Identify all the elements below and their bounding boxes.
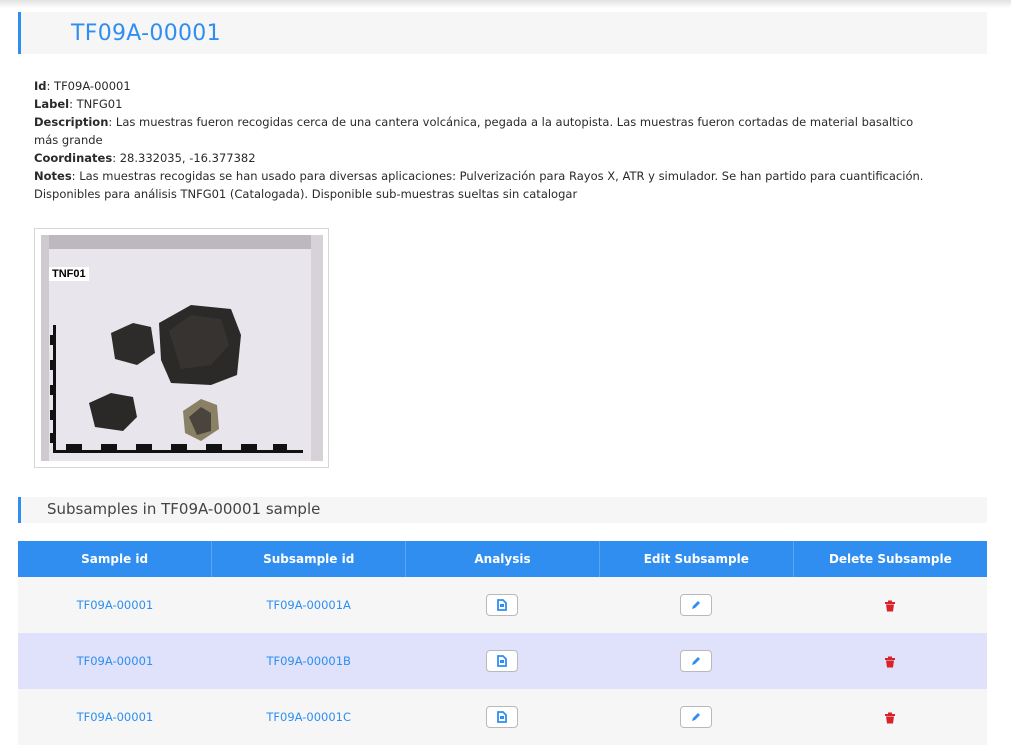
detail-description-label: Description bbox=[34, 115, 109, 129]
analysis-button[interactable] bbox=[486, 594, 519, 616]
subsamples-section-header: Subsamples in TF09A-00001 sample bbox=[18, 497, 987, 523]
subsamples-table: Sample id Subsample id Analysis Edit Sub… bbox=[18, 541, 987, 745]
detail-notes-label: Notes bbox=[34, 169, 72, 183]
edit-subsample-button[interactable] bbox=[680, 594, 713, 616]
analysis-button[interactable] bbox=[486, 650, 519, 672]
detail-notes: Notes: Las muestras recogidas se han usa… bbox=[34, 167, 934, 203]
subsample-id-link[interactable]: TF09A-00001A bbox=[211, 577, 406, 633]
pencil-icon bbox=[692, 657, 701, 665]
document-icon bbox=[497, 655, 508, 667]
detail-label: Label: TNFG01 bbox=[34, 95, 934, 113]
analysis-cell bbox=[405, 577, 600, 633]
edit-cell bbox=[599, 633, 794, 689]
detail-id-label: Id bbox=[34, 79, 47, 93]
column-header-subsample-id: Subsample id bbox=[211, 541, 407, 577]
edit-cell bbox=[599, 577, 794, 633]
sample-id-link[interactable]: TF09A-00001 bbox=[18, 689, 212, 745]
detail-description: Description: Las muestras fueron recogid… bbox=[34, 113, 934, 149]
subsamples-section-title: Subsamples in TF09A-00001 sample bbox=[47, 500, 321, 518]
sample-id-link[interactable]: TF09A-00001 bbox=[18, 577, 212, 633]
document-icon bbox=[497, 599, 508, 611]
delete-cell bbox=[793, 577, 987, 633]
detail-coordinates-label: Coordinates bbox=[34, 151, 113, 165]
subsample-id-link[interactable]: TF09A-00001C bbox=[211, 689, 406, 745]
pencil-icon bbox=[692, 601, 701, 609]
sample-details: Id: TF09A-00001 Label: TNFG01 Descriptio… bbox=[34, 77, 934, 203]
table-row: TF09A-00001 TF09A-00001A bbox=[18, 577, 987, 633]
page-title: TF09A-00001 bbox=[71, 21, 221, 46]
sample-photo: TNF01 bbox=[41, 235, 323, 461]
detail-coordinates: Coordinates: 28.332035, -16.377382 bbox=[34, 149, 934, 167]
page-title-bar: TF09A-00001 bbox=[18, 12, 987, 54]
trash-icon[interactable] bbox=[884, 656, 896, 668]
column-header-sample-id: Sample id bbox=[18, 541, 213, 577]
subsample-id-link[interactable]: TF09A-00001B bbox=[211, 633, 406, 689]
top-shadow bbox=[0, 0, 1011, 8]
photo-label: TNF01 bbox=[49, 267, 89, 281]
detail-notes-value: : Las muestras recogidas se han usado pa… bbox=[34, 169, 924, 201]
pencil-icon bbox=[692, 713, 701, 721]
column-header-analysis: Analysis bbox=[405, 541, 600, 577]
trash-icon[interactable] bbox=[884, 712, 896, 724]
delete-cell bbox=[793, 633, 987, 689]
analysis-button[interactable] bbox=[486, 706, 519, 728]
edit-subsample-button[interactable] bbox=[680, 706, 713, 728]
column-header-delete-subsample: Delete Subsample bbox=[793, 541, 987, 577]
detail-id-value: : TF09A-00001 bbox=[46, 79, 131, 93]
analysis-cell bbox=[405, 689, 600, 745]
table-row: TF09A-00001 TF09A-00001B bbox=[18, 633, 987, 689]
trash-icon[interactable] bbox=[884, 600, 896, 612]
sample-photo-frame[interactable]: TNF01 bbox=[34, 228, 329, 468]
detail-description-value: : Las muestras fueron recogidas cerca de… bbox=[34, 115, 914, 147]
detail-id: Id: TF09A-00001 bbox=[34, 77, 934, 95]
table-row: TF09A-00001 TF09A-00001C bbox=[18, 689, 987, 745]
sample-id-link[interactable]: TF09A-00001 bbox=[18, 633, 212, 689]
detail-label-value: : TNFG01 bbox=[69, 97, 123, 111]
analysis-cell bbox=[405, 633, 600, 689]
detail-coordinates-value: : 28.332035, -16.377382 bbox=[112, 151, 256, 165]
edit-subsample-button[interactable] bbox=[680, 650, 713, 672]
document-icon bbox=[497, 711, 508, 723]
delete-cell bbox=[793, 689, 987, 745]
table-header-row: Sample id Subsample id Analysis Edit Sub… bbox=[18, 541, 987, 577]
detail-label-label: Label bbox=[34, 97, 70, 111]
edit-cell bbox=[599, 689, 794, 745]
column-header-edit-subsample: Edit Subsample bbox=[599, 541, 794, 577]
